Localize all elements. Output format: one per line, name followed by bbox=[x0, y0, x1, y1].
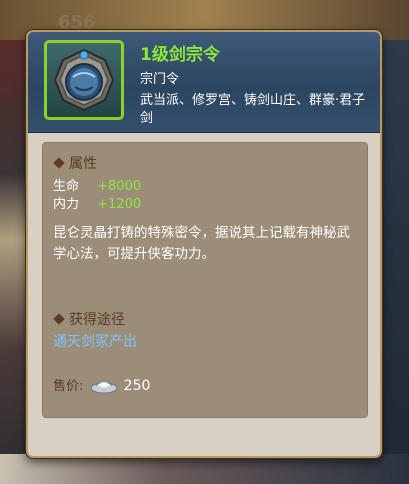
price-label: 售价: bbox=[53, 379, 84, 394]
item-name: 1级剑宗令 bbox=[140, 45, 220, 65]
background-right-scene bbox=[379, 40, 409, 484]
item-sects: 武当派、修罗宫、铸剑山庄、群豪·君子剑 bbox=[140, 93, 366, 126]
item-type: 宗门令 bbox=[140, 72, 180, 87]
price-value: 250 bbox=[123, 378, 151, 394]
stat-row-hp: 生命 +8000 bbox=[53, 175, 141, 194]
stat-row-mp: 内力 +1200 bbox=[53, 193, 141, 212]
item-header: 1级剑宗令 宗门令 武当派、修罗宫、铸剑山庄、群豪·君子剑 bbox=[28, 32, 380, 133]
stat-name: 内力 bbox=[53, 197, 80, 212]
source-link[interactable]: 通天剑冢产出 bbox=[53, 331, 137, 351]
source-title: 获得途径 bbox=[53, 309, 125, 329]
stat-value: +8000 bbox=[97, 179, 142, 194]
diamond-bullet-icon bbox=[53, 157, 65, 169]
item-icon-frame[interactable] bbox=[44, 40, 124, 120]
item-tooltip: 1级剑宗令 宗门令 武当派、修罗宫、铸剑山庄、群豪·君子剑 属性 生命 +800… bbox=[26, 30, 382, 458]
silver-ingot-icon bbox=[90, 376, 118, 398]
diamond-bullet-icon bbox=[53, 313, 65, 325]
item-details: 属性 生命 +8000 内力 +1200 昆仑灵晶打铸的特殊密令，据说其上记载有… bbox=[42, 142, 368, 418]
attributes-title: 属性 bbox=[53, 153, 97, 173]
item-description: 昆仑灵晶打铸的特殊密令，据说其上记载有神秘武学心法，可提升侠客功力。 bbox=[53, 225, 350, 262]
background-bottom-scene bbox=[0, 454, 409, 484]
stat-value: +1200 bbox=[97, 197, 142, 212]
price-row: 售价: 250 bbox=[53, 375, 150, 398]
stat-name: 生命 bbox=[53, 179, 80, 194]
sect-token-icon bbox=[51, 47, 117, 117]
